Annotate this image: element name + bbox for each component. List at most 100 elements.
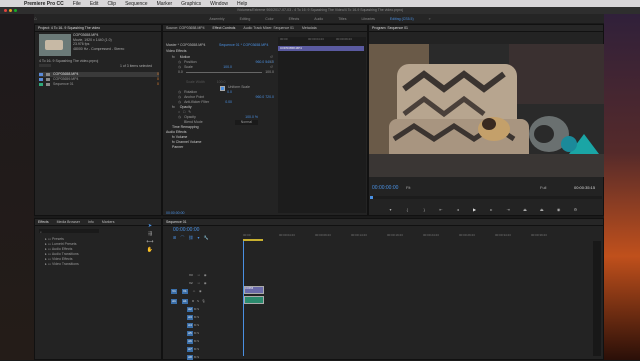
tab-effect-controls[interactable]: Effect Controls	[213, 26, 236, 30]
track-name[interactable]: A2	[187, 307, 193, 312]
workspace-editing[interactable]: Editing	[240, 17, 251, 21]
workspace-effects[interactable]: Effects	[289, 17, 300, 21]
mute-button[interactable]: M	[192, 299, 195, 303]
track-name[interactable]: A5	[187, 331, 193, 336]
scale-slider[interactable]	[185, 72, 263, 73]
track-name[interactable]: A7	[187, 347, 193, 352]
extract-icon[interactable]: ⏏	[539, 207, 544, 212]
zoom-window-icon[interactable]	[14, 9, 17, 12]
effect-controls-timeline[interactable]: 00:00 00:00:04:23 00:00:09:23 COP03658.M…	[278, 37, 366, 213]
workspace-titles[interactable]: Titles	[338, 17, 346, 21]
solo-button[interactable]: S	[197, 299, 199, 303]
blend-mode-select[interactable]: Normal	[234, 120, 258, 125]
folder-video-transitions[interactable]: ▸ ▭ Video Transitions	[37, 262, 157, 267]
program-playhead[interactable]	[370, 196, 373, 199]
voiceover-icon[interactable]: 🎙	[202, 299, 206, 303]
workspace-editing-cs55[interactable]: Editing (CS5.5)	[390, 17, 414, 21]
menu-marker[interactable]: Marker	[157, 1, 173, 7]
sequence-clip-label[interactable]: Sequence 01 * COP03658.MP4	[219, 43, 268, 48]
program-timecode[interactable]: 00:00:00:00	[372, 185, 398, 191]
workspace-audio[interactable]: Audio	[314, 17, 323, 21]
menu-help[interactable]: Help	[237, 1, 247, 7]
snap-icon[interactable]: ⌒	[180, 235, 184, 241]
go-to-in-icon[interactable]: ⇤	[438, 207, 443, 212]
sync-lock-icon[interactable]: ⇿	[198, 281, 201, 285]
tab-audio-track-mixer[interactable]: Audio Track Mixer: Sequence 01	[243, 26, 294, 30]
menu-graphics[interactable]: Graphics	[181, 1, 201, 7]
effects-search-input[interactable]: ⌕	[39, 229, 99, 234]
hand-tool-icon[interactable]: ✋	[143, 246, 157, 254]
track-name[interactable]: A3	[187, 315, 193, 320]
scale-value[interactable]: 100.0	[223, 65, 232, 70]
timeline-audio-clip[interactable]	[244, 296, 264, 304]
timeline-video-clip[interactable]: COP03	[244, 286, 264, 294]
export-frame-icon[interactable]: ◉	[556, 207, 561, 212]
workspace-color[interactable]: Color	[265, 17, 273, 21]
linked-selection-icon[interactable]: ⛓	[188, 235, 193, 241]
track-select-tool-icon[interactable]: ⇶	[143, 230, 157, 238]
eye-icon[interactable]: ◉	[199, 289, 202, 293]
tab-media-browser[interactable]: Media Browser	[57, 220, 80, 224]
tab-effects[interactable]: Effects	[38, 220, 49, 224]
workspace-libraries[interactable]: Libraries	[361, 17, 374, 21]
sync-lock-icon[interactable]: ⇿	[193, 289, 196, 293]
step-forward-icon[interactable]: ▸	[489, 207, 494, 212]
home-icon[interactable]: ⌂	[34, 16, 37, 22]
program-video-frame[interactable]	[369, 44, 604, 177]
timeline-ruler[interactable]: 00:00 00:00:04:23 00:00:09:23 00:00:14:2…	[243, 233, 603, 241]
track-name[interactable]: A4	[187, 323, 193, 328]
uniform-scale-checkbox[interactable]	[220, 86, 225, 91]
menu-sequence[interactable]: Sequence	[125, 1, 148, 7]
eye-icon[interactable]: ◉	[204, 281, 207, 285]
track-name[interactable]: A8	[187, 355, 193, 360]
nest-icon[interactable]: ⊞	[173, 235, 176, 241]
program-scrub-bar[interactable]	[370, 196, 602, 199]
workspaces-overflow-icon[interactable]: »	[429, 17, 431, 21]
wrench-icon[interactable]: 🔧	[203, 235, 208, 241]
master-clip-label[interactable]: Master * COP03658.MP4	[166, 43, 206, 48]
eye-icon[interactable]: ◉	[204, 273, 207, 277]
play-icon[interactable]: ▶	[472, 207, 477, 212]
tab-project[interactable]: Project: 4 To 16- 9 Squashing The video	[38, 26, 100, 30]
track-name[interactable]: A1	[181, 299, 188, 304]
minimize-window-icon[interactable]	[9, 9, 12, 12]
settings-icon[interactable]: ⚙	[573, 207, 578, 212]
app-menu[interactable]: Premiere Pro CC	[24, 1, 64, 7]
reset-icon[interactable]: ↺	[270, 65, 274, 70]
tab-metadata[interactable]: Metadata	[302, 26, 317, 30]
mark-in-icon[interactable]: {	[405, 207, 410, 212]
resolution-select[interactable]: Full	[540, 185, 546, 190]
source-patch-a1[interactable]: A1	[171, 299, 177, 304]
tab-source[interactable]: Source: COP03658.MP4	[166, 26, 205, 30]
track-name[interactable]: V1	[181, 289, 188, 294]
fx-toggle-icon[interactable]: fx	[172, 105, 175, 109]
add-marker-icon[interactable]: ▾	[197, 235, 199, 241]
lift-icon[interactable]: ⏏	[523, 207, 528, 212]
source-patch-v1[interactable]: V1	[171, 289, 177, 294]
workspace-assembly[interactable]: Assembly	[209, 17, 224, 21]
effect-controls-clip[interactable]: COP03658.MP4	[278, 46, 364, 51]
work-area-bar[interactable]	[243, 239, 263, 241]
zoom-select[interactable]: Fit	[406, 185, 410, 190]
timeline-timecode[interactable]: 00:00:00:00	[173, 227, 199, 233]
tab-markers[interactable]: Markers	[102, 220, 115, 224]
menu-clip[interactable]: Clip	[107, 1, 116, 7]
rotation-value[interactable]: 0.0	[227, 90, 232, 95]
fx-toggle-icon[interactable]: fx	[172, 55, 175, 59]
effect-controls-timecode[interactable]: 00:00:00:00	[166, 211, 185, 215]
sync-lock-icon[interactable]: ⇿	[198, 273, 201, 277]
menu-edit[interactable]: Edit	[90, 1, 99, 7]
project-search-input[interactable]	[39, 64, 51, 67]
menu-file[interactable]: File	[73, 1, 81, 7]
add-marker-icon[interactable]: ▾	[388, 207, 393, 212]
tab-sequence-01[interactable]: Sequence 01	[166, 220, 187, 224]
tab-info[interactable]: Info	[88, 220, 94, 224]
go-to-out-icon[interactable]: ⇥	[506, 207, 511, 212]
panner-row[interactable]: Panner	[166, 145, 274, 150]
close-window-icon[interactable]	[4, 9, 7, 12]
track-name[interactable]: A6	[187, 339, 193, 344]
stopwatch-icon[interactable]: ◷	[178, 115, 181, 120]
step-back-icon[interactable]: ◂	[455, 207, 460, 212]
anti-flicker-value[interactable]: 0.00	[225, 100, 232, 105]
tab-program[interactable]: Program: Sequence 01	[372, 26, 408, 30]
